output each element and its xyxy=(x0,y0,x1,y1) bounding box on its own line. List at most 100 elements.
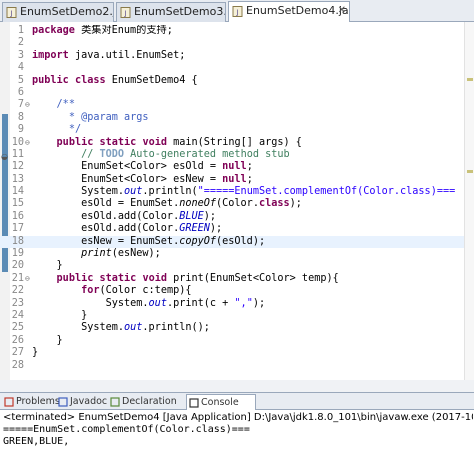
code-token: import xyxy=(32,49,69,61)
code-token: System. xyxy=(32,186,125,198)
code-line[interactable]: 20 } xyxy=(0,260,464,272)
code-token: static xyxy=(99,136,137,148)
code-token: } xyxy=(32,334,63,346)
code-token: void xyxy=(142,272,167,284)
code-line[interactable]: 1 package 类集对Enum的支持; xyxy=(0,25,464,37)
code-line[interactable]: 15 esOld = EnumSet.noneOf(Color.class); xyxy=(0,198,464,210)
overview-mark[interactable] xyxy=(467,170,473,173)
view-tab-console[interactable]: Console xyxy=(186,394,256,410)
code-token: out xyxy=(124,186,143,198)
line-number: 2 xyxy=(17,37,24,49)
code-line[interactable]: 9 */ xyxy=(0,124,464,136)
line-number: 4 xyxy=(17,62,24,74)
line-number: 26 xyxy=(11,334,24,346)
code-line[interactable]: 3 import java.util.EnumSet; xyxy=(0,50,464,62)
line-number: 22 xyxy=(11,285,24,297)
code-line[interactable]: 22 for(Color c:temp){ xyxy=(0,285,464,297)
overview-mark[interactable] xyxy=(467,78,473,81)
line-number: 12 xyxy=(11,161,24,173)
line-number: 8 xyxy=(17,111,24,123)
line-number: 7 xyxy=(17,99,24,111)
code-line[interactable]: 18 esNew = EnumSet.copyOf(esOld); xyxy=(0,235,464,249)
code-line[interactable]: 16 esOld.add(Color.BLUE); xyxy=(0,211,464,223)
code-line[interactable]: 17 esOld.add(Color.GREEN); xyxy=(0,223,464,235)
code-line[interactable]: 19 print(esNew); xyxy=(0,248,464,260)
code-line[interactable]: 4 xyxy=(0,62,464,74)
code-text: // TODO Auto-generated method stub xyxy=(32,149,456,161)
code-line[interactable]: 5 public class EnumSetDemo4 { xyxy=(0,75,464,87)
code-token: (esOld); xyxy=(216,235,266,247)
line-number: 5 xyxy=(17,74,24,86)
console-output-line: GREEN,BLUE, xyxy=(3,436,70,447)
view-tab-javadoc[interactable]: Javadoc xyxy=(56,394,107,410)
code-text: esOld.add(Color.BLUE); xyxy=(32,211,456,223)
code-token: (Color. xyxy=(216,198,259,210)
code-line[interactable]: 24 } xyxy=(0,310,464,322)
svg-text:J: J xyxy=(235,9,238,17)
code-text: print(esNew); xyxy=(32,248,456,260)
code-token: // xyxy=(81,148,100,160)
editor-horizontal-scrollbar[interactable] xyxy=(0,380,474,392)
code-text: */ xyxy=(32,124,456,136)
overview-ruler[interactable] xyxy=(464,22,474,380)
code-token: (esNew); xyxy=(111,248,161,260)
code-text: esOld = EnumSet.noneOf(Color.class); xyxy=(32,198,456,210)
code-token: 类集对Enum的支持; xyxy=(74,25,173,36)
line-number: 19 xyxy=(11,248,24,260)
code-line[interactable]: 7 ⊖ /** xyxy=(0,99,464,111)
code-line[interactable]: 6 xyxy=(0,87,464,99)
code-line[interactable]: 12 EnumSet<Color> esOld = null; xyxy=(0,161,464,173)
code-text: import java.util.EnumSet; xyxy=(32,50,456,62)
editor-tab[interactable]: J EnumSetDemo2.java xyxy=(2,2,114,22)
svg-text:J: J xyxy=(123,10,126,18)
code-line[interactable]: 8 * @param args xyxy=(0,112,464,124)
editor-tab[interactable]: J EnumSetDemo3.java xyxy=(116,2,226,22)
code-token: null xyxy=(222,173,247,185)
code-token: System. xyxy=(32,322,125,334)
code-token: EnumSet<Color> esNew = xyxy=(32,173,223,185)
code-text: System.out.println(); xyxy=(32,322,456,334)
line-number: 23 xyxy=(11,297,24,309)
code-token: ; xyxy=(246,161,253,173)
console-view[interactable]: <terminated> EnumSetDemo4 [Java Applicat… xyxy=(0,410,474,466)
code-line[interactable]: 23 System.out.print(c + ","); xyxy=(0,298,464,310)
code-token: ); xyxy=(203,210,217,222)
code-token: } xyxy=(32,347,39,359)
line-number: 17 xyxy=(11,223,24,235)
code-token: main(String[] args) { xyxy=(167,136,302,148)
editor-tab[interactable]: J EnumSetDemo4.java✕ xyxy=(228,1,350,23)
code-line[interactable]: 14 System.out.println("=====EnumSet.comp… xyxy=(0,186,464,198)
code-line[interactable]: 25 System.out.println(); xyxy=(0,322,464,334)
code-lines[interactable]: 1 package 类集对Enum的支持; 2 3 import java.util.E… xyxy=(0,25,464,372)
code-token: esOld = EnumSet. xyxy=(32,198,180,210)
code-text: esOld.add(Color.GREEN); xyxy=(32,223,456,235)
java-file-icon: J xyxy=(120,7,131,18)
code-line[interactable]: 10 ⊖ public static void main(String[] arg… xyxy=(0,137,464,149)
line-number: 15 xyxy=(11,198,24,210)
view-tab-problems[interactable]: Problems xyxy=(2,394,60,410)
code-token: GREEN xyxy=(179,223,210,235)
editor-tab-label: EnumSetDemo3.java xyxy=(134,5,225,18)
code-token: EnumSet<Color> esOld = xyxy=(32,161,223,173)
editor-tab-label: EnumSetDemo2.java xyxy=(20,5,113,18)
line-number: 3 xyxy=(17,49,24,61)
code-text: System.out.print(c + ","); xyxy=(32,298,456,310)
close-icon[interactable]: ✕ xyxy=(338,2,346,20)
code-token: out xyxy=(124,322,143,334)
view-tab-declaration[interactable]: Declaration xyxy=(108,394,182,410)
code-line[interactable]: 13 EnumSet<Color> esNew = null; xyxy=(0,174,464,186)
code-line[interactable]: 28 xyxy=(0,360,464,372)
code-line[interactable]: 27} xyxy=(0,347,464,359)
code-editor[interactable]: ◒ 1 package 类集对Enum的支持; 2 3 import java.util… xyxy=(0,22,474,380)
javadoc-icon xyxy=(58,397,68,407)
code-token: (Color c:temp){ xyxy=(99,285,192,297)
code-token: } xyxy=(32,260,63,272)
code-token: java.util.EnumSet; xyxy=(68,49,186,61)
code-line[interactable]: 26 } xyxy=(0,335,464,347)
code-token: out xyxy=(148,297,167,309)
code-line[interactable]: 2 xyxy=(0,37,464,49)
code-line[interactable]: 21 ⊖ public static void print(EnumSet<Col… xyxy=(0,273,464,285)
code-line[interactable]: 11 // TODO Auto-generated method stub xyxy=(0,149,464,161)
